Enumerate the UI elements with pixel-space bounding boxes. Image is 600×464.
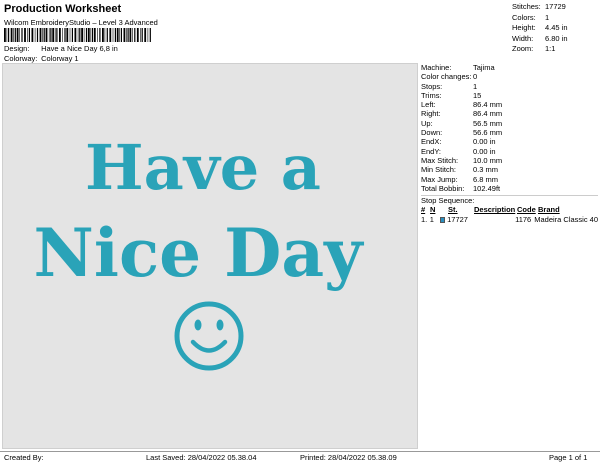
row-description	[472, 215, 514, 225]
machine-info-value: 6.8 mm	[473, 174, 499, 184]
created-by: Created By:	[4, 453, 44, 462]
col-description: Description	[474, 205, 516, 215]
summary-key: Stitches:	[512, 2, 541, 11]
barcode	[4, 28, 151, 42]
summary-key: Colors:	[512, 12, 536, 22]
machine-info-row: Left: 86.4 mm	[421, 100, 598, 109]
summary-row: Width: 6.80 in	[512, 34, 598, 45]
design-artwork: Have a Nice Day	[34, 131, 365, 371]
machine-info-row: Trims: 15	[421, 91, 598, 100]
summary-key: Zoom:	[512, 44, 534, 53]
machine-info-value: 10.0 mm	[473, 155, 503, 165]
summary-key: Width:	[512, 33, 534, 43]
machine-info-value: 86.4 mm	[473, 100, 503, 110]
machine-info-key: Right:	[421, 109, 441, 119]
machine-info-row: Down: 56.6 mm	[421, 128, 598, 137]
design-text-line-2: Nice Day	[34, 214, 365, 292]
summary-row: Zoom: 1:1	[512, 44, 598, 55]
machine-info-value: 0	[473, 72, 478, 82]
machine-info-value: 0.00 in	[473, 146, 496, 156]
machine-info-key: EndX:	[421, 137, 442, 147]
machine-info-key: EndY:	[421, 146, 442, 156]
machine-info-row: Min Stitch: 0.3 mm	[421, 165, 598, 174]
summary-row: Stitches: 17729	[512, 2, 598, 13]
summary-value: 1	[545, 12, 550, 22]
summary-value: 17729	[545, 2, 566, 11]
machine-info-value: 102.49ft	[473, 183, 501, 193]
machine-info-row: Max Stitch: 10.0 mm	[421, 156, 598, 165]
machine-info-key: Trims:	[421, 90, 442, 100]
machine-info-key: Stops:	[421, 81, 443, 91]
worksheet-title: Production Worksheet	[4, 3, 122, 15]
machine-info-row: Max Jump: 6.8 mm	[421, 175, 598, 184]
machine-info-key: Machine:	[421, 63, 452, 72]
machine-info-row: EndY: 0.00 in	[421, 147, 598, 156]
colorway-row: Colorway: Colorway 1	[4, 54, 79, 63]
summary-value: 4.45 in	[545, 23, 568, 32]
machine-info-key: Left:	[421, 100, 436, 110]
machine-info-row: Right: 86.4 mm	[421, 109, 598, 118]
printed-date: Printed: 28/04/2022 05.38.09	[300, 453, 397, 462]
summary-value: 1:1	[545, 44, 556, 53]
row-code: 1176	[515, 215, 532, 225]
row-num: 1.	[421, 215, 428, 225]
page-number: Page 1 of 1	[549, 453, 588, 462]
machine-info-value: 86.4 mm	[473, 109, 503, 119]
machine-info-key: Color changes:	[421, 72, 472, 82]
design-row: Design: Have a Nice Day 6,8 in	[4, 44, 118, 53]
design-label: Design:	[4, 44, 30, 53]
machine-info-key: Max Jump:	[421, 174, 458, 184]
stop-sequence-row: 1. 1 17727 1176 Madeira Classic 40	[421, 215, 598, 225]
machine-info-key: Up:	[421, 118, 433, 128]
machine-info-value: 56.5 mm	[473, 118, 503, 128]
col-brand: Brand	[538, 205, 560, 215]
last-saved: Last Saved: 28/04/2022 05.38.04	[146, 453, 257, 462]
machine-info-value: 0.3 mm	[473, 165, 499, 175]
colorway-value: Colorway 1	[41, 54, 79, 63]
machine-info-key: Min Stitch:	[421, 165, 457, 175]
machine-info-key: Total Bobbin:	[421, 183, 465, 193]
design-value: Have a Nice Day 6,8 in	[41, 44, 118, 53]
machine-info-value: 56.6 mm	[473, 128, 503, 138]
row-brand: Madeira Classic 40	[534, 215, 599, 225]
col-n: N	[430, 205, 436, 215]
machine-info-row: Color changes: 0	[421, 72, 598, 81]
machine-info-panel: Machine: Tajima Color changes: 0 Stops: 1 Trim…	[421, 63, 598, 225]
col-code: Code	[517, 205, 536, 215]
thread-color-swatch	[440, 217, 446, 224]
machine-info-value: Tajima	[473, 63, 495, 72]
smiley-icon	[174, 301, 244, 371]
footer-divider	[0, 451, 600, 452]
summary-panel: Stitches: 17729 Colors: 1 Height: 4.45 in W…	[512, 2, 598, 55]
machine-info-key: Max Stitch:	[421, 155, 459, 165]
col-st: St.	[448, 205, 458, 215]
machine-info-row: Up: 56.5 mm	[421, 119, 598, 128]
col-num: #	[421, 205, 426, 215]
row-st: 17727	[447, 215, 468, 225]
machine-info-row: Machine: Tajima	[421, 63, 598, 72]
stop-sequence-title: Stop Sequence:	[421, 195, 598, 205]
machine-info-row: Stops: 1	[421, 82, 598, 91]
row-n: 1	[429, 215, 434, 225]
machine-info-row: EndX: 0.00 in	[421, 137, 598, 146]
machine-info-value: 15	[473, 90, 482, 100]
machine-info-key: Down:	[421, 128, 443, 138]
summary-value: 6.80 in	[545, 33, 568, 43]
design-text-line-1: Have a	[85, 131, 321, 204]
stop-sequence-header: # N St. Description Code Brand	[421, 205, 598, 215]
machine-info-value: 0.00 in	[473, 137, 496, 147]
design-preview: Have a Nice Day	[2, 63, 418, 449]
summary-row: Colors: 1	[512, 13, 598, 24]
machine-info-row: Total Bobbin: 102.49ft	[421, 184, 598, 193]
colorway-label: Colorway:	[4, 54, 38, 63]
software-name: Wilcom EmbroideryStudio – Level 3 Advanc…	[4, 18, 158, 27]
machine-info-value: 1	[473, 81, 478, 91]
summary-row: Height: 4.45 in	[512, 23, 598, 34]
summary-key: Height:	[512, 23, 536, 32]
